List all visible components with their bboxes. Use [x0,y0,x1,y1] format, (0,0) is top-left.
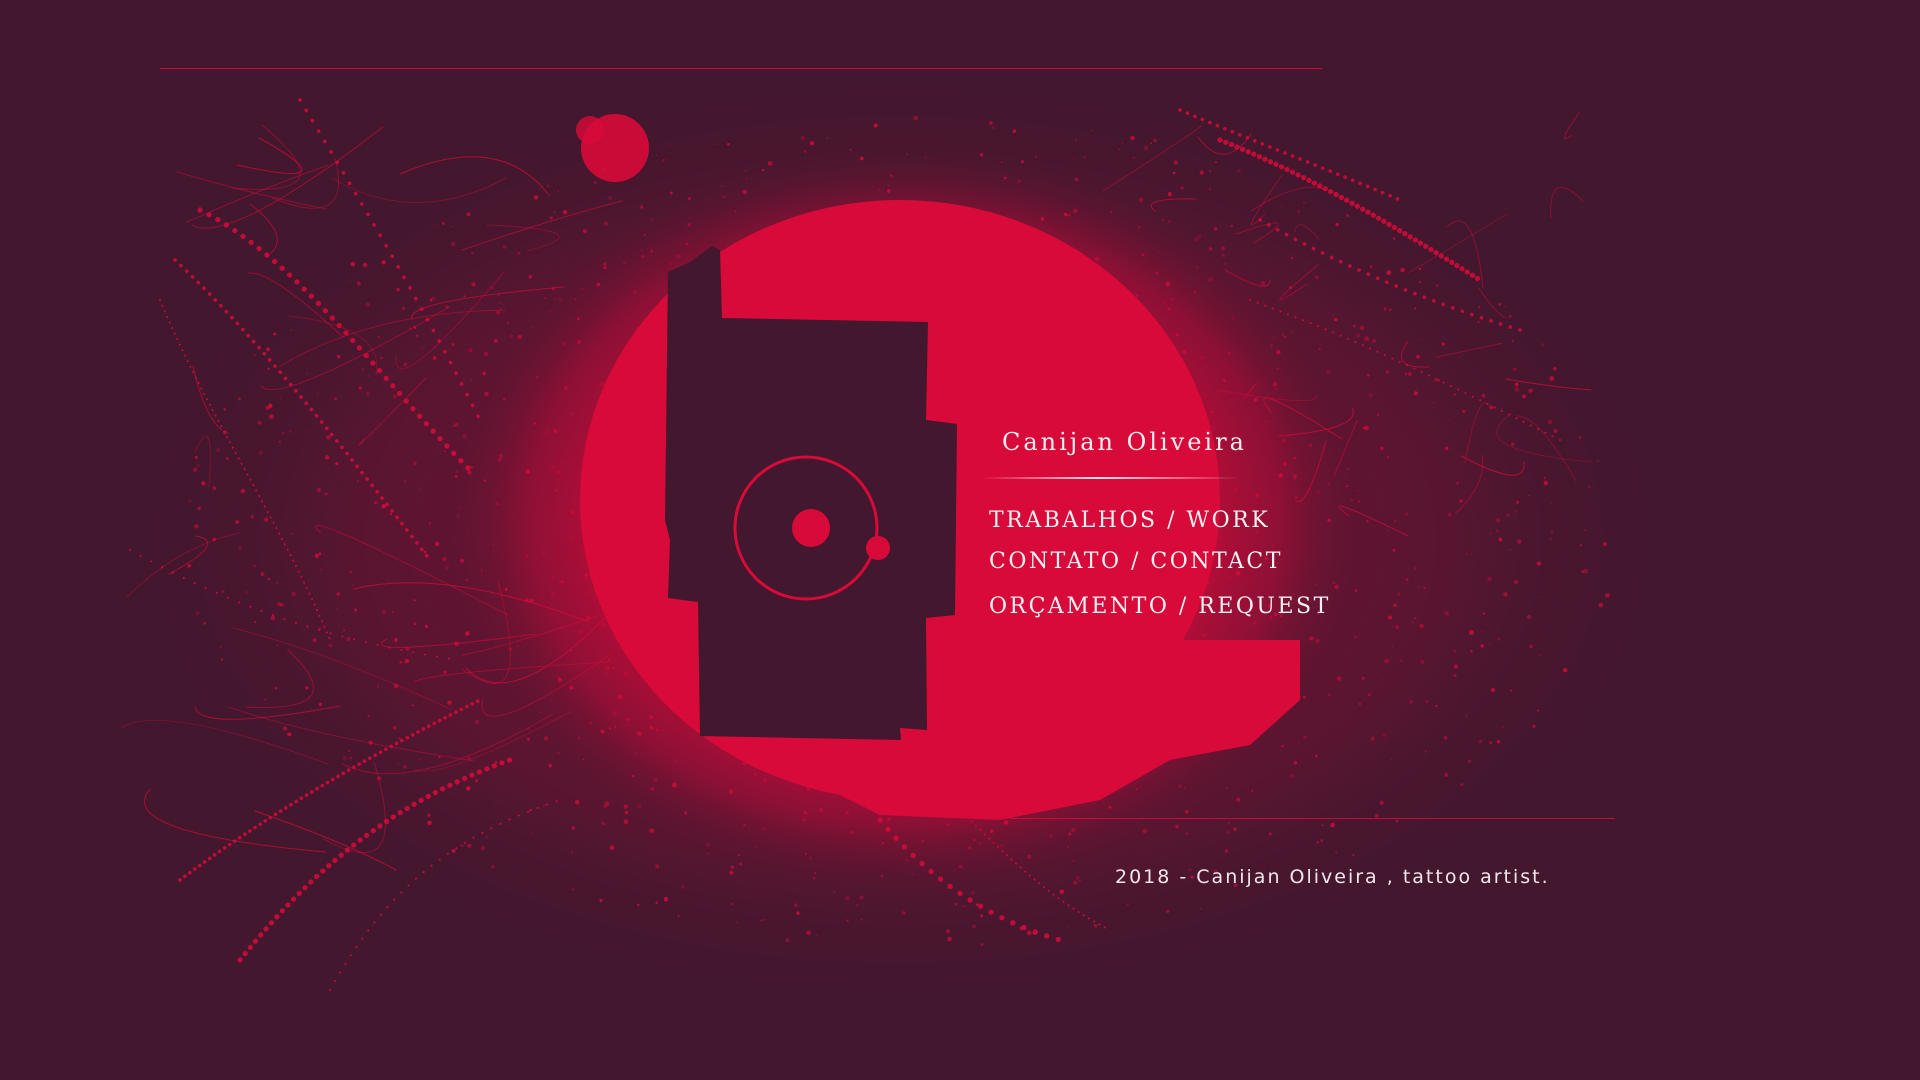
nav-link-work[interactable]: TRABALHOS / WORK [989,510,1331,532]
main-navigation: TRABALHOS / WORK CONTATO / CONTACT ORÇAM… [989,510,1331,618]
top-divider [160,68,1322,69]
artist-name: Canijan Oliveira [1002,428,1247,456]
bottom-divider [1010,818,1615,819]
nav-link-request[interactable]: ORÇAMENTO / REQUEST [989,596,1331,618]
landing-page: Canijan Oliveira TRABALHOS / WORK CONTAT… [0,0,1920,1080]
background-artwork [120,70,1680,1010]
footer-credit: 2018 - Canijan Oliveira , tattoo artist. [1115,866,1550,888]
name-underline [982,477,1240,479]
nav-link-contact[interactable]: CONTATO / CONTACT [989,551,1331,573]
